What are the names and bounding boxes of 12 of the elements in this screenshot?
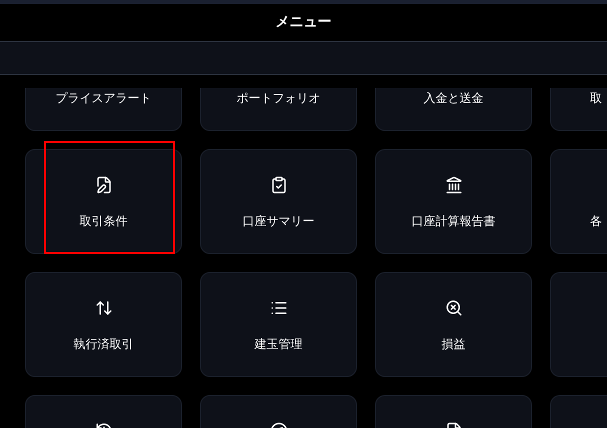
menu-tile[interactable]: 建玉管理 bbox=[200, 272, 357, 377]
menu-tile[interactable]: 各 bbox=[550, 149, 607, 254]
menu-tile[interactable]: 執行済取引 bbox=[25, 272, 182, 377]
menu-tile[interactable]: 口座計算報告書 bbox=[375, 149, 532, 254]
menu-tile[interactable]: 取引条件 bbox=[25, 149, 182, 254]
menu-tile[interactable]: ポートフォリオ bbox=[200, 88, 357, 131]
menu-tile[interactable]: 入金と送金 bbox=[375, 88, 532, 131]
menu-tile[interactable]: 口座サマリー bbox=[200, 149, 357, 254]
menu-tile[interactable]: 損益 bbox=[375, 272, 532, 377]
window-title: メニュー bbox=[276, 13, 332, 32]
menu-tile[interactable]: プライスアラート bbox=[25, 88, 182, 131]
menu-tile[interactable]: 取 bbox=[550, 88, 607, 131]
